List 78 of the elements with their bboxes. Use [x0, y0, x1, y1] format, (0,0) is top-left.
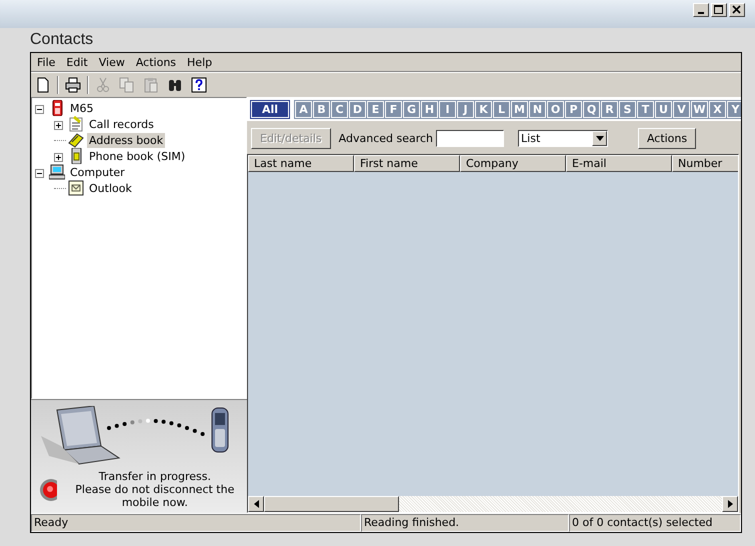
letter-tab[interactable]: E [367, 100, 384, 118]
letter-tab[interactable]: Y [727, 100, 741, 118]
letter-tab[interactable]: F [385, 100, 402, 118]
menu-item[interactable]: File [33, 56, 60, 68]
menu-item[interactable]: Help [183, 56, 216, 68]
status-text: Ready [31, 514, 361, 532]
printer-button[interactable] [63, 75, 83, 95]
minimize-icon [698, 12, 704, 14]
letter-tab[interactable]: W [691, 100, 708, 118]
letter-tab[interactable]: P [565, 100, 582, 118]
column-header[interactable]: E-mail [566, 155, 672, 172]
letter-tab[interactable]: S [619, 100, 636, 118]
letter-tab[interactable]: V [673, 100, 690, 118]
advanced-search-label: Advanced search [338, 132, 434, 144]
tree-item[interactable]: M65 [68, 100, 96, 116]
letter-tab[interactable]: J [457, 100, 474, 118]
transfer-message: Transfer in progress. Please do not disconnect the mobile now. [74, 470, 236, 509]
letter-tab[interactable]: M [511, 100, 528, 118]
maximize-icon [714, 5, 724, 15]
help-button[interactable] [189, 75, 209, 95]
letter-tab[interactable]: X [709, 100, 726, 118]
tree-item[interactable]: Phone book (SIM) [87, 148, 188, 164]
letter-tab[interactable]: G [403, 100, 420, 118]
menu-item[interactable]: Actions [132, 56, 180, 68]
letter-tab[interactable]: All [251, 100, 289, 118]
collapse-toggle[interactable] [35, 168, 44, 176]
actions-button[interactable]: Actions [638, 128, 696, 148]
minimize-button[interactable] [693, 3, 709, 17]
help-icon [191, 77, 207, 93]
window-title: Contacts [30, 31, 94, 50]
menu-item[interactable]: View [94, 56, 129, 68]
column-header[interactable]: Last name [248, 155, 354, 172]
expand-toggle[interactable] [54, 152, 63, 160]
printer-icon [65, 77, 81, 93]
status-text: Reading finished. [361, 514, 569, 532]
letter-tab[interactable]: N [529, 100, 546, 118]
letter-tab[interactable]: L [493, 100, 510, 118]
letter-tab[interactable]: H [421, 100, 438, 118]
collapse-toggle[interactable] [35, 104, 44, 112]
close-icon [732, 5, 742, 15]
indicator-light-icon [39, 478, 57, 502]
letter-tab[interactable]: O [547, 100, 564, 118]
status-text: 0 of 0 contact(s) selected [569, 514, 741, 532]
letter-tab[interactable]: I [439, 100, 456, 118]
copy-icon [119, 77, 135, 93]
horizontal-scrollbar[interactable] [248, 496, 738, 512]
letter-tab[interactable]: A [295, 100, 312, 118]
column-header[interactable]: Company [460, 155, 566, 172]
expand-toggle[interactable] [54, 120, 63, 128]
tree-item[interactable]: Address book [87, 132, 166, 148]
letter-tab[interactable]: D [349, 100, 366, 118]
tree-item[interactable]: Computer [68, 164, 127, 180]
right-arrow-icon [728, 500, 732, 508]
advanced-search-field[interactable] [436, 130, 504, 146]
binoculars-icon [167, 77, 183, 93]
new-document-icon [35, 77, 51, 93]
tag-icon [68, 132, 84, 148]
letter-tab[interactable]: B [313, 100, 330, 118]
letter-tab[interactable]: R [601, 100, 618, 118]
clipboard-icon [143, 77, 159, 93]
letter-tab[interactable]: K [475, 100, 492, 118]
computer-icon [49, 164, 65, 180]
view-dropdown[interactable]: List [518, 130, 608, 146]
column-header[interactable]: First name [354, 155, 460, 172]
letter-tab[interactable]: Q [583, 100, 600, 118]
letter-tab[interactable]: C [331, 100, 348, 118]
scissors-icon [95, 77, 111, 93]
tree-item[interactable]: Outlook [87, 180, 134, 196]
notepad-icon [68, 116, 84, 132]
envelope-icon [68, 180, 84, 196]
left-arrow-icon [254, 500, 258, 508]
close-button[interactable] [729, 3, 745, 17]
letter-tab[interactable]: U [655, 100, 672, 118]
letter-tab[interactable]: T [637, 100, 654, 118]
maximize-button[interactable] [711, 3, 727, 17]
caret-icon [596, 136, 604, 140]
tree-item[interactable]: Call records [87, 116, 156, 132]
menu-item[interactable]: Edit [62, 56, 92, 68]
